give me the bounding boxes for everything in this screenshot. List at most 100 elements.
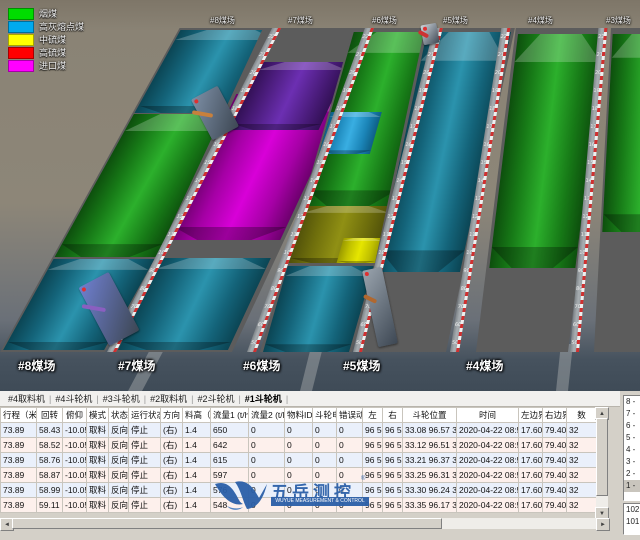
table-cell: 73.89 <box>1 453 37 468</box>
table-cell: 1.4 <box>183 498 211 513</box>
table-cell: 0 <box>313 423 337 438</box>
table-cell: 642 <box>211 438 249 453</box>
table-cell: 2020-04-22 08:50:35 <box>457 498 519 513</box>
pile-bottom-face <box>304 190 397 206</box>
pile-top-face <box>284 266 373 276</box>
column-header: 错误动作 <box>337 408 363 423</box>
machine-marker-light <box>194 99 199 104</box>
tab-#4取料机[interactable]: #4取料机 <box>4 392 49 405</box>
table-cell: 0 <box>337 453 363 468</box>
pile-bottom-face <box>376 250 465 272</box>
table-cell: 615 <box>211 453 249 468</box>
side-index-panel: 8 -7 -6 -5 -4 -3 -2 -1 - 102101 <box>620 391 640 540</box>
table-cell: 33.21 96.37 3.58 <box>403 453 457 468</box>
table-cell: 停止 <box>129 498 161 513</box>
yard-label-top: #6煤场 <box>372 15 397 26</box>
pile-top-face <box>155 258 271 269</box>
table-cell: 79.40 <box>543 498 567 513</box>
table-cell: 取料 <box>87 438 109 453</box>
horizontal-scrollbar[interactable]: ◄ ► <box>0 518 608 529</box>
table-cell: 0 <box>249 453 285 468</box>
horizontal-scroll-thumb[interactable] <box>12 518 442 529</box>
table-cell: 33.30 96.24 3.58 <box>403 483 457 498</box>
side-list-item[interactable]: 6 - <box>624 420 640 432</box>
table-cell: 96 56 <box>363 453 383 468</box>
side-list-item[interactable]: 4 - <box>624 444 640 456</box>
table-cell: 96 52 <box>383 438 403 453</box>
column-header: 流量2 (t/h) <box>249 408 285 423</box>
side-list-item[interactable]: 7 - <box>624 408 640 420</box>
vertical-scroll-thumb[interactable] <box>596 418 608 496</box>
table-cell: 2020-04-22 08:50:33 <box>457 453 519 468</box>
belt-index-list[interactable]: 8 -7 -6 -5 -4 -3 -2 -1 - <box>623 395 640 501</box>
table-row[interactable]: 73.8958.76-10.05取料反向停止(右)1.4615000096 56… <box>1 453 597 468</box>
legend-item: 烟煤 <box>8 7 84 20</box>
table-cell: 2020-04-22 08:50:33 <box>457 438 519 453</box>
table-cell: -10.05 <box>63 498 87 513</box>
table-row[interactable]: 73.8958.52-10.05取料反向停止(右)1.4642000096 56… <box>1 438 597 453</box>
machine-marker-light <box>364 272 369 277</box>
table-cell: 2020-04-22 08:50:34 <box>457 483 519 498</box>
column-header: 回转 <box>37 408 63 423</box>
table-cell: 17.60 <box>519 483 543 498</box>
table-cell: 79.40 <box>543 468 567 483</box>
legend-item: 中硫煤 <box>8 33 84 46</box>
table-cell: 0 <box>313 453 337 468</box>
column-header: 数 <box>567 408 597 423</box>
tab-#3斗轮机[interactable]: #3斗轮机 <box>99 392 144 405</box>
table-cell: 1.4 <box>183 468 211 483</box>
side-code-item[interactable]: 102 <box>624 504 640 516</box>
table-cell: 96 52 <box>383 423 403 438</box>
column-header: 左边界 <box>519 408 543 423</box>
machine-marker-light <box>423 26 428 31</box>
side-list-item[interactable]: 8 - <box>624 396 640 408</box>
table-cell: 58.52 <box>37 438 63 453</box>
legend-item: 进口煤 <box>8 59 84 72</box>
tab-#2取料机[interactable]: #2取料机 <box>146 392 191 405</box>
table-row[interactable]: 73.8958.43-10.05取料反向停止(右)1.4650000096 56… <box>1 423 597 438</box>
column-header: 时间 <box>457 408 519 423</box>
yard-label-bottom: #4煤场 <box>466 357 503 374</box>
table-cell: 73.89 <box>1 423 37 438</box>
table-cell: 17.60 <box>519 468 543 483</box>
tab-#4斗轮机[interactable]: #4斗轮机 <box>51 392 96 405</box>
table-cell: 32 <box>567 438 597 453</box>
column-header: 流量1 (t/h) <box>211 408 249 423</box>
code-list[interactable]: 102101 <box>623 503 640 535</box>
legend-label: 烟煤 <box>39 7 57 20</box>
side-list-item[interactable]: 3 - <box>624 456 640 468</box>
pile-bottom-face <box>3 342 108 350</box>
table-cell: 取料 <box>87 483 109 498</box>
tab-#1斗轮机[interactable]: #1斗轮机 <box>241 392 286 405</box>
table-cell: 58.76 <box>37 453 63 468</box>
table-cell: 79.40 <box>543 438 567 453</box>
column-header: 料高（米） <box>183 408 211 423</box>
yard-label-top: #3煤场 <box>606 15 631 26</box>
table-cell: 73.89 <box>1 438 37 453</box>
pile-bottom-face <box>263 344 352 352</box>
column-header: 右 <box>383 408 403 423</box>
tab-separator: | <box>286 394 288 404</box>
registered-mark: ® <box>361 476 365 482</box>
machine-tabs: #4取料机|#4斗轮机|#3斗轮机|#2取料机|#2斗轮机|#1斗轮机| <box>0 391 640 407</box>
pile-bottom-face <box>55 244 163 257</box>
legend-label: 进口煤 <box>39 59 66 72</box>
side-list-item[interactable]: 5 - <box>624 432 640 444</box>
side-list-item[interactable]: 2 - <box>624 468 640 480</box>
tab-#2斗轮机[interactable]: #2斗轮机 <box>193 392 238 405</box>
side-list-item[interactable]: 1 - <box>624 480 640 492</box>
table-cell: 反向 <box>109 423 129 438</box>
table-cell: 96 56 <box>363 438 383 453</box>
table-cell: 58.87 <box>37 468 63 483</box>
table-cell: 17.60 <box>519 453 543 468</box>
vertical-scrollbar[interactable]: ▲ ▼ <box>596 407 608 518</box>
table-cell: 取料 <box>87 423 109 438</box>
pile-top-face <box>612 34 640 58</box>
table-cell: 33.35 96.17 3.58 <box>403 498 457 513</box>
scroll-right-button[interactable]: ► <box>596 518 610 531</box>
side-code-item[interactable]: 101 <box>624 516 640 528</box>
table-cell: 2020-04-22 08:50:32 <box>457 423 519 438</box>
table-cell: -10.05 <box>63 453 87 468</box>
table-cell: -10.05 <box>63 483 87 498</box>
table-cell: 650 <box>211 423 249 438</box>
